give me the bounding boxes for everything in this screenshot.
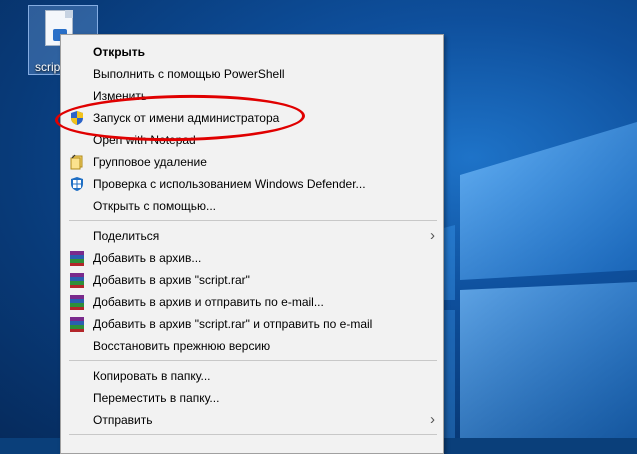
winrar-icon — [69, 250, 85, 266]
chevron-right-icon: › — [430, 411, 435, 428]
menu-item-add-to-script-rar[interactable]: Добавить в архив "script.rar" — [61, 269, 443, 291]
group-delete-icon — [70, 154, 83, 170]
desktop-icon-caption: scrip — [35, 60, 61, 74]
menu-separator — [69, 434, 437, 435]
menu-item-group-delete[interactable]: Групповое удаление — [61, 151, 443, 173]
menu-item-label: Поделиться — [93, 229, 160, 243]
winrar-icon — [69, 316, 85, 332]
menu-item-move-to-folder[interactable]: Переместить в папку... — [61, 387, 443, 409]
menu-item-open-with[interactable]: Открыть с помощью... — [61, 195, 443, 217]
menu-item-label: Добавить в архив и отправить по e-mail..… — [93, 295, 324, 309]
menu-item-label: Открыть — [93, 45, 146, 59]
menu-item-windows-defender-scan[interactable]: Проверка с использованием Windows Defend… — [61, 173, 443, 195]
menu-item-share[interactable]: Поделиться › — [61, 225, 443, 247]
menu-item-label: Проверка с использованием Windows Defend… — [93, 177, 366, 191]
menu-separator — [69, 360, 437, 361]
menu-item-label: Копировать в папку... — [93, 369, 211, 383]
menu-item-label: Групповое удаление — [93, 155, 207, 169]
menu-item-archive-and-email[interactable]: Добавить в архив и отправить по e-mail..… — [61, 291, 443, 313]
menu-item-label: Открыть с помощью... — [93, 199, 217, 213]
winrar-icon — [69, 272, 85, 288]
menu-item-copy-to-folder[interactable]: Копировать в папку... — [61, 365, 443, 387]
chevron-right-icon: › — [430, 227, 435, 244]
windows-defender-icon — [71, 177, 83, 191]
menu-item-label: Добавить в архив "script.rar" и отправит… — [93, 317, 373, 331]
menu-item-label: Восстановить прежнюю версию — [93, 339, 271, 353]
menu-item-script-rar-and-email[interactable]: Добавить в архив "script.rar" и отправит… — [61, 313, 443, 335]
menu-item-label: Выполнить с помощью PowerShell — [93, 67, 285, 81]
winrar-icon — [69, 294, 85, 310]
menu-item-add-to-archive[interactable]: Добавить в архив... — [61, 247, 443, 269]
menu-item-label: Отправить — [93, 413, 153, 427]
menu-item-restore-previous-version[interactable]: Восстановить прежнюю версию — [61, 335, 443, 357]
menu-item-label: Добавить в архив "script.rar" — [93, 273, 250, 287]
menu-item-run-powershell[interactable]: Выполнить с помощью PowerShell — [61, 63, 443, 85]
menu-item-label: Добавить в архив... — [93, 251, 202, 265]
menu-item-open[interactable]: Открыть — [61, 41, 443, 63]
menu-item-send-to[interactable]: Отправить › — [61, 409, 443, 431]
menu-item-label: Переместить в папку... — [93, 391, 220, 405]
menu-separator — [69, 220, 437, 221]
